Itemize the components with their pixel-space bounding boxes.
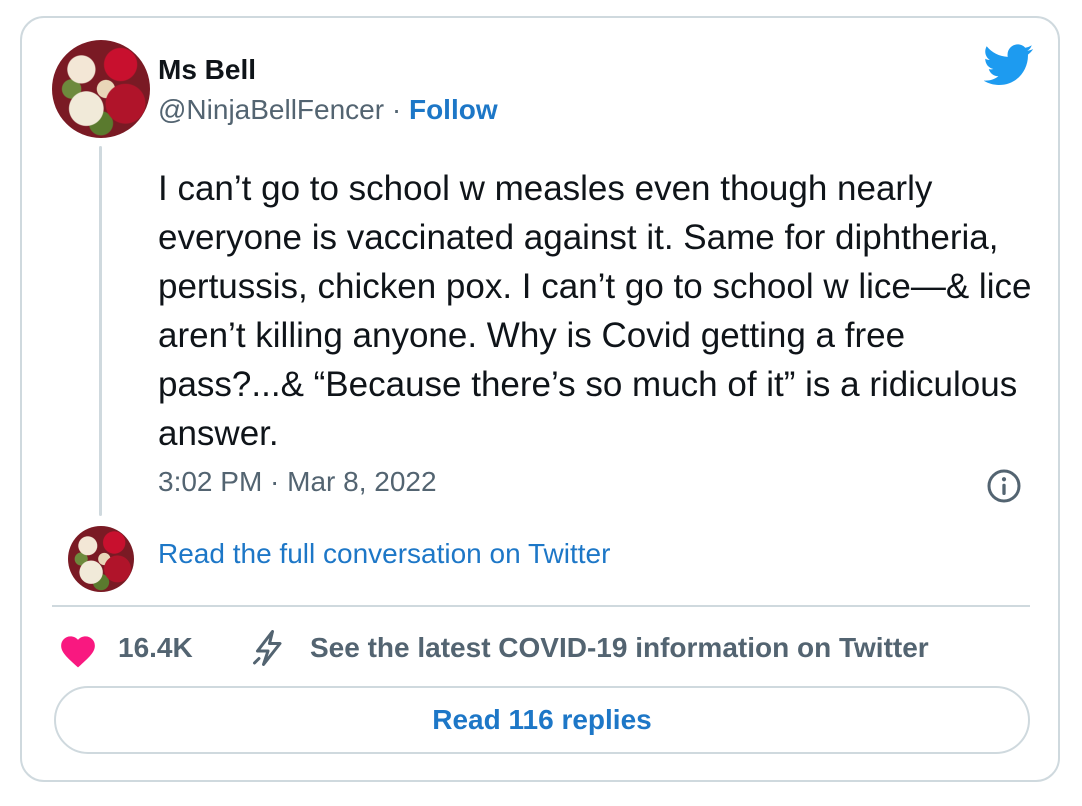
conversation-avatar[interactable]	[68, 526, 134, 592]
read-replies-button[interactable]: Read 116 replies	[54, 686, 1030, 754]
follow-link[interactable]: Follow	[409, 94, 498, 125]
author-handle-row: @NinjaBellFencer · Follow	[158, 94, 498, 126]
heart-icon[interactable]	[58, 632, 98, 668]
handle-separator: ·	[391, 94, 402, 125]
author-handle[interactable]: @NinjaBellFencer	[158, 94, 384, 125]
thread-line	[99, 146, 102, 516]
author-avatar[interactable]	[52, 40, 150, 138]
covid-info-link[interactable]: See the latest COVID-19 information on T…	[310, 632, 929, 664]
divider	[52, 605, 1030, 607]
lightning-bolt-icon[interactable]	[250, 628, 286, 668]
embedded-tweet-card: Ms Bell @NinjaBellFencer · Follow I can’…	[20, 16, 1060, 782]
twitter-bird-icon[interactable]	[984, 44, 1034, 86]
read-conversation-link[interactable]: Read the full conversation on Twitter	[158, 538, 610, 570]
info-icon[interactable]	[986, 468, 1022, 504]
tweet-text: I can’t go to school w measles even thou…	[158, 169, 1032, 453]
author-name[interactable]: Ms Bell	[158, 54, 256, 86]
tweet-timestamp[interactable]: 3:02 PM · Mar 8, 2022	[158, 466, 437, 498]
like-count[interactable]: 16.4K	[118, 632, 193, 664]
